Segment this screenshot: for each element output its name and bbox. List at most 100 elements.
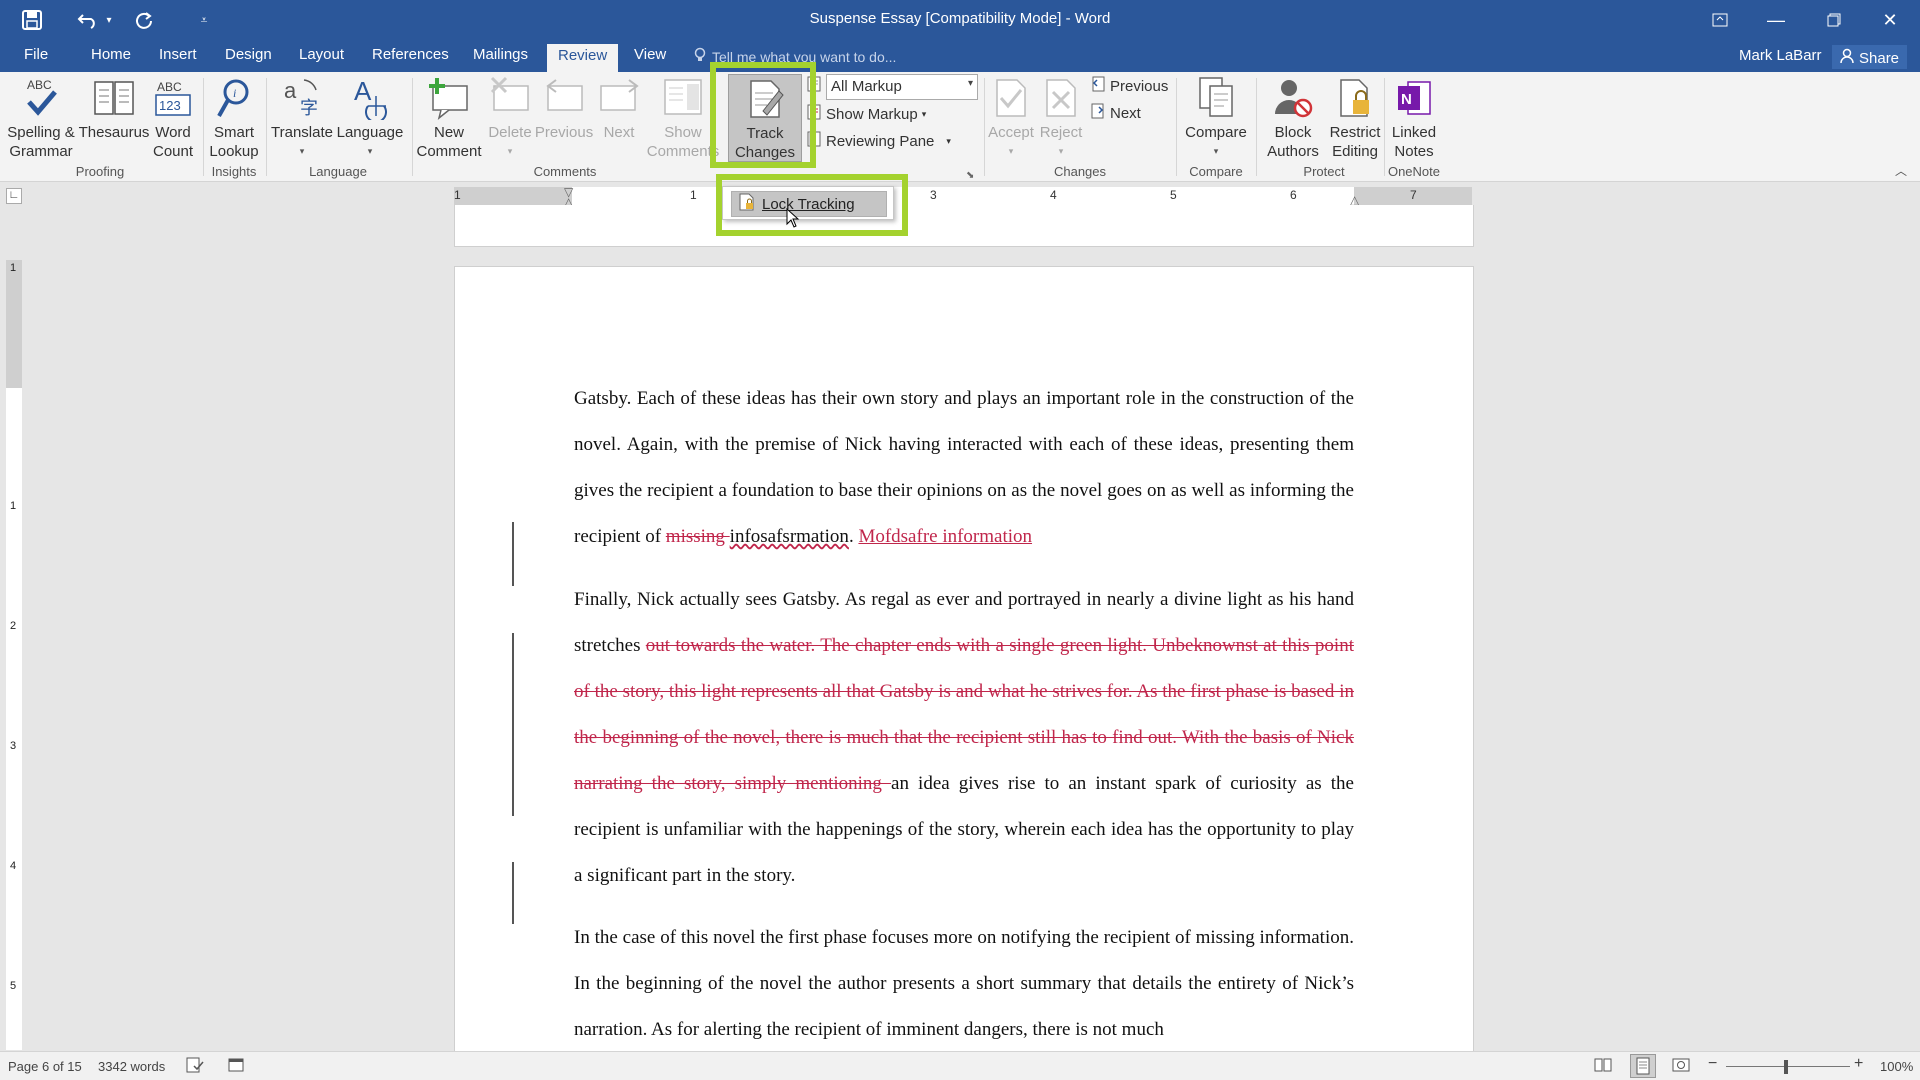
linked-notes-button[interactable]: N Linked Notes xyxy=(1386,76,1442,161)
next-change-button[interactable]: Next xyxy=(1090,103,1141,123)
language-button[interactable]: A Language ▾ xyxy=(336,76,404,161)
spelling-check-icon: ABC xyxy=(21,76,61,120)
macro-recording-icon[interactable] xyxy=(228,1057,244,1076)
vruler-number: 1 xyxy=(10,262,17,274)
new-comment-button[interactable]: New Comment xyxy=(414,76,484,161)
close-icon[interactable]: ✕ xyxy=(1862,0,1918,40)
vruler-number: 2 xyxy=(10,620,17,632)
previous-comment-icon xyxy=(542,76,586,120)
smart-lookup-button[interactable]: i Smart Lookup xyxy=(208,76,260,161)
magnifier-icon: i xyxy=(216,76,252,120)
minimize-icon[interactable]: — xyxy=(1748,0,1804,40)
next-comment-button[interactable]: Next xyxy=(596,76,642,142)
svg-text:ABC: ABC xyxy=(157,80,182,94)
restrict-editing-button[interactable]: Restrict Editing xyxy=(1326,76,1384,161)
previous-change-label: Previous xyxy=(1110,77,1169,95)
highlight-track-changes xyxy=(710,62,816,168)
thesaurus-icon xyxy=(93,76,135,120)
restore-icon[interactable] xyxy=(1806,0,1862,40)
group-protect: Protect xyxy=(1303,164,1345,179)
zoom-out-icon[interactable]: − xyxy=(1708,1055,1717,1073)
share-button[interactable]: Share xyxy=(1832,45,1908,69)
accept-dropdown-icon: ▾ xyxy=(1008,146,1014,156)
tab-design[interactable]: Design xyxy=(225,46,272,63)
word-count-label-2: Count xyxy=(152,143,194,160)
word-count-button[interactable]: ABC 123 Word Count xyxy=(150,76,196,161)
reviewing-pane-button[interactable]: Reviewing Pane ▾ xyxy=(806,131,951,151)
web-layout-icon[interactable] xyxy=(1672,1057,1690,1076)
collapse-ribbon-icon[interactable]: ︿ xyxy=(1895,162,1907,179)
reject-icon xyxy=(1043,76,1079,120)
zoom-level[interactable]: 100% xyxy=(1880,1059,1913,1074)
tab-references[interactable]: References xyxy=(372,46,449,63)
group-proofing: Proofing xyxy=(75,164,125,179)
show-markup-dropdown-icon: ▾ xyxy=(921,108,927,119)
horizontal-ruler[interactable]: 1 1 2 3 4 5 6 7 ▽ △ △ xyxy=(454,185,1472,209)
group-language: Language xyxy=(309,164,367,179)
spelling-grammar-button[interactable]: ABC Spelling & Grammar xyxy=(4,76,78,161)
language-dropdown-icon: ▾ xyxy=(367,146,373,156)
page-indicator[interactable]: Page 6 of 15 xyxy=(8,1059,82,1074)
show-comments-label-2: Comments xyxy=(646,143,720,160)
delete-comment-button[interactable]: Delete ▾ xyxy=(484,76,536,161)
restrict-editing-label-1: Restrict xyxy=(1329,124,1381,141)
change-bar xyxy=(512,633,514,816)
previous-change-button[interactable]: Previous xyxy=(1090,76,1168,96)
reject-label: Reject xyxy=(1039,124,1083,141)
word-count-indicator[interactable]: 3342 words xyxy=(98,1059,165,1074)
smart-lookup-label-2: Lookup xyxy=(209,143,259,160)
tab-layout[interactable]: Layout xyxy=(299,46,344,63)
reject-button[interactable]: Reject ▾ xyxy=(1036,76,1086,161)
compare-button[interactable]: Compare ▾ xyxy=(1180,76,1252,161)
tracking-dialog-launcher-icon[interactable]: ⬊ xyxy=(966,170,974,181)
show-markup-button[interactable]: Show Markup ▾ xyxy=(806,104,926,124)
paragraph-1[interactable]: Gatsby. Each of these ideas has their ow… xyxy=(574,376,1354,560)
paragraph-2[interactable]: Finally, Nick actually sees Gatsby. As r… xyxy=(574,577,1354,899)
ribbon-tabs: File Home Insert Design Layout Reference… xyxy=(0,40,1920,72)
user-name[interactable]: Mark LaBarr xyxy=(1739,47,1822,64)
read-mode-icon[interactable] xyxy=(1594,1057,1612,1076)
onenote-icon: N xyxy=(1394,76,1434,120)
svg-text:i: i xyxy=(233,86,236,100)
paragraph-3[interactable]: In the case of this novel the first phas… xyxy=(574,915,1354,1053)
vruler-number: 1 xyxy=(10,500,17,512)
block-authors-button[interactable]: Block Authors xyxy=(1258,76,1328,161)
markup-select[interactable]: All Markup ▾ xyxy=(826,74,978,100)
accept-button[interactable]: Accept ▾ xyxy=(984,76,1038,161)
restrict-editing-label-2: Editing xyxy=(1332,143,1378,160)
thesaurus-button[interactable]: Thesaurus xyxy=(79,76,149,142)
share-label: Share xyxy=(1859,49,1900,67)
tab-insert[interactable]: Insert xyxy=(159,46,197,63)
linked-notes-label-2: Notes xyxy=(1394,143,1434,160)
ruler-number: 1 xyxy=(690,188,697,202)
next-change-icon xyxy=(1090,103,1106,123)
tab-review[interactable]: Review xyxy=(547,44,619,72)
restrict-editing-icon xyxy=(1337,76,1373,120)
separator xyxy=(1176,78,1177,176)
group-changes: Changes xyxy=(1053,164,1107,179)
tab-view[interactable]: View xyxy=(634,46,666,63)
highlight-lock-tracking xyxy=(716,174,908,236)
zoom-in-icon[interactable]: + xyxy=(1854,1055,1863,1073)
p1-deleted-text: missing xyxy=(665,526,730,547)
translate-button[interactable]: a字 Translate ▾ xyxy=(270,76,334,161)
tab-file[interactable]: File xyxy=(24,46,48,63)
tab-home[interactable]: Home xyxy=(91,46,131,63)
previous-comment-button[interactable]: Previous xyxy=(535,76,593,142)
tab-mailings[interactable]: Mailings xyxy=(473,46,528,63)
next-comment-icon xyxy=(597,76,641,120)
reviewing-pane-dropdown-icon: ▾ xyxy=(946,135,951,146)
tab-selector-icon[interactable]: ∟ xyxy=(6,188,22,204)
zoom-slider[interactable] xyxy=(1726,1066,1850,1067)
proofing-status-icon[interactable] xyxy=(186,1057,204,1076)
ribbon-review: ABC Spelling & Grammar Thesaurus ABC 123 … xyxy=(0,72,1920,182)
new-comment-icon xyxy=(427,76,471,120)
vertical-ruler[interactable]: 1 1 2 3 4 5 xyxy=(6,260,22,1050)
show-comments-label-1: Show xyxy=(664,124,702,141)
zoom-slider-thumb[interactable] xyxy=(1784,1060,1788,1074)
print-layout-icon[interactable] xyxy=(1630,1054,1656,1078)
smart-lookup-label-1: Smart xyxy=(213,124,254,141)
show-comments-button[interactable]: Show Comments xyxy=(647,76,719,161)
ribbon-display-options-icon[interactable] xyxy=(1692,0,1748,40)
status-bar: Page 6 of 15 3342 words − + 100% xyxy=(0,1051,1920,1080)
